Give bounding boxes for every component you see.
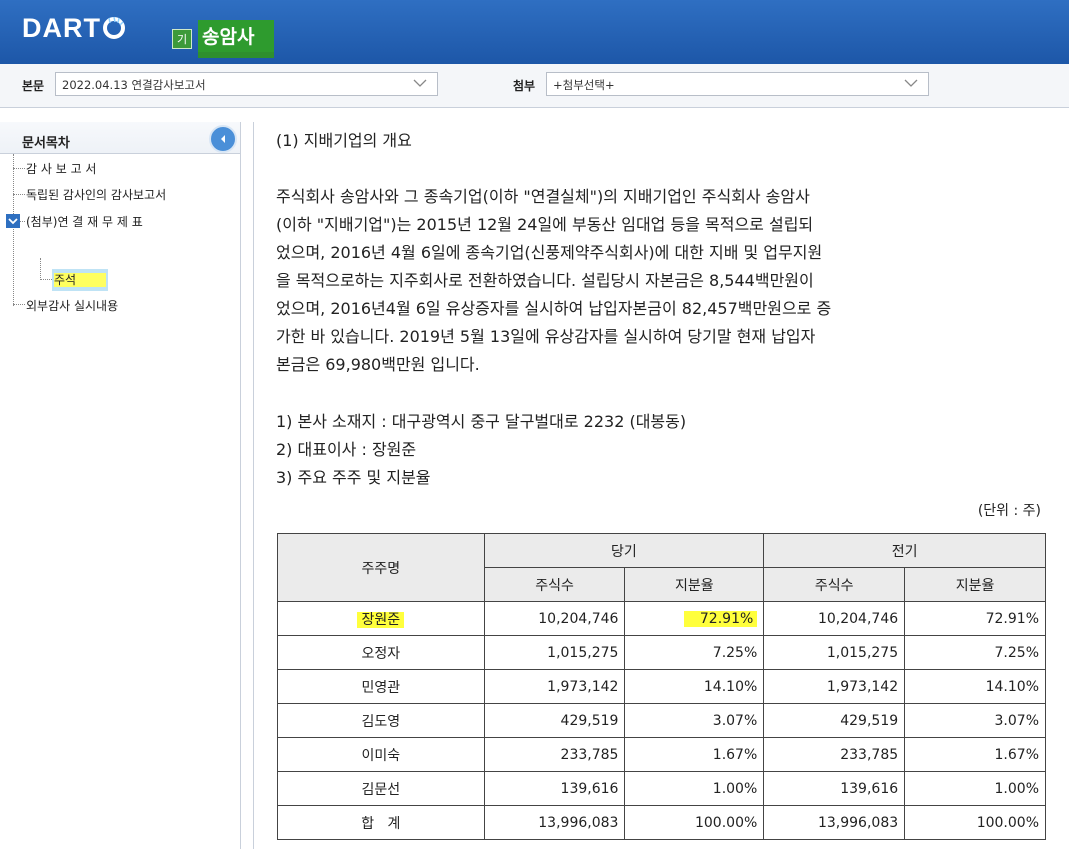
table-row: 장원준 10,204,746 72.91% 10,204,746 72.91% bbox=[277, 601, 1046, 636]
current-ratio: 7.25% bbox=[624, 635, 765, 670]
header-current-ratio: 지분율 bbox=[624, 567, 765, 602]
prior-ratio: 100.00% bbox=[904, 805, 1046, 840]
current-shares: 13,996,083 bbox=[483, 805, 626, 840]
document-select-bar: 본문 2022.04.13 연결감사보고서 첨부 +첨부선택+ bbox=[0, 64, 1069, 108]
toc-item-notes-label: 주석 bbox=[54, 273, 107, 287]
shareholder-name: 민영관 bbox=[277, 669, 485, 704]
current-ratio: 1.00% bbox=[624, 771, 765, 806]
header-prior-shares: 주식수 bbox=[763, 567, 906, 602]
table-total-row: 합 계 13,996,083 100.00% 13,996,083 100.00… bbox=[277, 805, 1046, 840]
attach-select[interactable]: +첨부선택+ bbox=[546, 72, 929, 96]
current-shares: 429,519 bbox=[483, 703, 626, 738]
current-ratio: 72.91% bbox=[683, 610, 758, 627]
main-doc-value: 2022.04.13 연결감사보고서 bbox=[62, 78, 206, 92]
shareholder-name: 장원준 bbox=[357, 611, 405, 628]
chevron-left-icon bbox=[221, 135, 225, 143]
prior-ratio: 3.07% bbox=[904, 703, 1046, 738]
toc-item-external-audit[interactable]: 외부감사 실시내용 bbox=[26, 297, 118, 314]
overview-line-1: 주식회사 송암사와 그 종속기업(이하 "연결실체")의 지배기업인 주식회사 … bbox=[276, 187, 810, 206]
chevron-down-icon bbox=[413, 79, 427, 87]
main-doc-select[interactable]: 2022.04.13 연결감사보고서 bbox=[55, 72, 438, 96]
prior-shares: 1,973,142 bbox=[763, 669, 906, 704]
current-shares: 139,616 bbox=[483, 771, 626, 806]
shareholder-name: 김도영 bbox=[277, 703, 485, 738]
tree-collapse-icon[interactable] bbox=[6, 214, 20, 228]
table-row: 오정자 1,015,275 7.25% 1,015,275 7.25% bbox=[277, 635, 1046, 670]
current-ratio: 3.07% bbox=[624, 703, 765, 738]
list-item-address: 1) 본사 소재지 : 대구광역시 중구 달구벌대로 2232 (대봉동) bbox=[276, 412, 687, 431]
attach-value: +첨부선택+ bbox=[553, 78, 615, 92]
table-row: 민영관 1,973,142 14.10% 1,973,142 14.10% bbox=[277, 669, 1046, 704]
header-current-period: 당기 bbox=[483, 533, 765, 568]
toc-item-independent-auditor[interactable]: 독립된 감사인의 감사보고서 bbox=[26, 186, 166, 203]
current-ratio: 100.00% bbox=[624, 805, 765, 840]
header-current-shares: 주식수 bbox=[483, 567, 626, 602]
total-label: 합 계 bbox=[277, 805, 485, 840]
prior-shares: 13,996,083 bbox=[763, 805, 906, 840]
dart-logo[interactable]: DART bbox=[22, 12, 126, 44]
header-prior-period: 전기 bbox=[763, 533, 1046, 568]
overview-line-2: (이하 "지배기업")는 2015년 12월 24일에 부동산 임대업 등을 목… bbox=[276, 215, 814, 234]
current-shares: 233,785 bbox=[483, 737, 626, 772]
prior-ratio: 72.91% bbox=[904, 601, 1046, 636]
toc-header: 문서목차 bbox=[0, 122, 240, 154]
current-ratio: 1.67% bbox=[624, 737, 765, 772]
collapse-toc-button[interactable] bbox=[209, 125, 237, 153]
unit-label: (단위 : 주) bbox=[977, 503, 1041, 519]
list-item-shareholders: 3) 주요 주주 및 지분율 bbox=[276, 468, 431, 487]
overview-line-3: 었으며, 2016년 4월 6일에 종속기업(신풍제약주식회사)에 대한 지배 … bbox=[276, 243, 823, 262]
document-viewer: (1) 지배기업의 개요 주식회사 송암사와 그 종속기업(이하 "연결실체")… bbox=[253, 122, 1069, 849]
company-title: 기 송암사 bbox=[172, 20, 275, 58]
shareholder-table: 주주명 당기 전기 주식수 지분율 주식수 지분율 장원준 10,204,746… bbox=[277, 533, 1046, 840]
toc-item-financial-statements[interactable]: (첨부)연 결 재 무 제 표 bbox=[26, 213, 143, 230]
table-row: 김문선 139,616 1.00% 139,616 1.00% bbox=[277, 771, 1046, 806]
logo-text: DART bbox=[22, 12, 101, 43]
table-row: 김도영 429,519 3.07% 429,519 3.07% bbox=[277, 703, 1046, 738]
overview-line-4: 을 목적으로하는 지주회사로 전환하였습니다. 설립당시 자본금은 8,544백… bbox=[276, 271, 814, 290]
app-header: DART 기 송암사 bbox=[0, 0, 1069, 64]
prior-ratio: 7.25% bbox=[904, 635, 1046, 670]
prior-shares: 139,616 bbox=[763, 771, 906, 806]
prior-ratio: 1.00% bbox=[904, 771, 1046, 806]
overview-line-6: 가한 바 있습니다. 2019년 5월 13일에 유상감자를 실시하여 당기말 … bbox=[276, 327, 816, 346]
current-ratio: 14.10% bbox=[624, 669, 765, 704]
toc-title: 문서목차 bbox=[22, 136, 70, 151]
list-item-ceo: 2) 대표이사 : 장원준 bbox=[276, 440, 417, 459]
header-prior-ratio: 지분율 bbox=[904, 567, 1046, 602]
current-shares: 10,204,746 bbox=[483, 601, 626, 636]
shareholder-name: 오정자 bbox=[277, 635, 485, 670]
prior-shares: 233,785 bbox=[763, 737, 906, 772]
dart-logo-icon bbox=[102, 16, 126, 40]
chevron-down-icon bbox=[904, 79, 918, 87]
prior-ratio: 1.67% bbox=[904, 737, 1046, 772]
attach-label: 첨부 bbox=[513, 79, 536, 93]
header-shareholder: 주주명 bbox=[277, 533, 485, 602]
shareholder-name: 이미숙 bbox=[277, 737, 485, 772]
section-title: (1) 지배기업의 개요 bbox=[276, 131, 412, 150]
current-shares: 1,015,275 bbox=[483, 635, 626, 670]
toc-item-audit-report[interactable]: 감 사 보 고 서 bbox=[26, 160, 96, 177]
company-type-badge: 기 bbox=[172, 29, 192, 49]
company-name: 송암사 bbox=[198, 20, 275, 58]
prior-shares: 429,519 bbox=[763, 703, 906, 738]
prior-shares: 10,204,746 bbox=[763, 601, 906, 636]
shareholder-name: 김문선 bbox=[277, 771, 485, 806]
overview-line-7: 본금은 69,980백만원 입니다. bbox=[276, 355, 480, 374]
prior-ratio: 14.10% bbox=[904, 669, 1046, 704]
current-shares: 1,973,142 bbox=[483, 669, 626, 704]
table-row: 이미숙 233,785 1.67% 233,785 1.67% bbox=[277, 737, 1046, 772]
main-doc-label: 본문 bbox=[22, 79, 45, 93]
toc-panel: 문서목차 감 사 보 고 서 독립된 감사인의 감사보고서 (첨부)연 결 재 … bbox=[0, 122, 241, 849]
toc-item-notes[interactable]: 주석 bbox=[52, 269, 109, 291]
overview-line-5: 었으며, 2016년4월 6일 유상증자를 실시하여 납입자본금이 82,457… bbox=[276, 299, 832, 318]
prior-shares: 1,015,275 bbox=[763, 635, 906, 670]
